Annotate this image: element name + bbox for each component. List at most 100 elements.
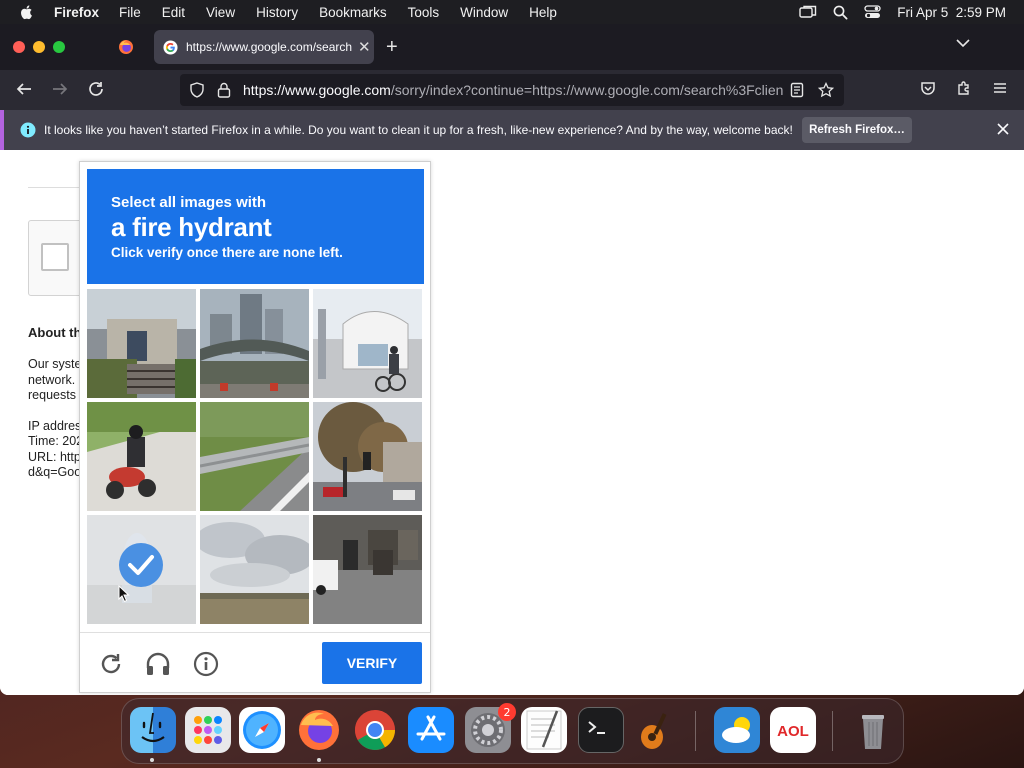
dock-firefox[interactable] <box>296 707 342 753</box>
menu-view[interactable]: View <box>206 5 235 20</box>
guitar-icon <box>641 713 667 749</box>
menu-tools[interactable]: Tools <box>408 5 440 20</box>
menu-bar: Firefox File Edit View History Bookmarks… <box>0 0 1024 24</box>
menu-edit[interactable]: Edit <box>162 5 185 20</box>
dock-weather[interactable] <box>714 707 760 753</box>
reload-challenge-icon[interactable] <box>98 651 124 677</box>
checkmark-icon <box>119 543 163 587</box>
chevron-down-icon[interactable] <box>956 38 970 48</box>
prompt-line-1: Select all images with <box>111 194 267 211</box>
apple-menu-icon[interactable] <box>18 3 36 21</box>
window-controls <box>13 41 65 53</box>
reader-view-icon[interactable] <box>790 82 804 98</box>
finder-icon <box>141 712 165 743</box>
hamburger-menu-icon[interactable] <box>992 80 1008 96</box>
close-window-button[interactable] <box>13 41 25 53</box>
image-tile-7-selected[interactable] <box>87 515 196 624</box>
app-store-icon <box>416 715 446 741</box>
lock-icon[interactable] <box>217 82 231 98</box>
menu-help[interactable]: Help <box>529 5 557 20</box>
menu-window[interactable]: Window <box>460 5 508 20</box>
address-bar[interactable]: https://www.google.com/sorry/index?conti… <box>180 74 844 106</box>
dock-finder[interactable] <box>130 707 176 753</box>
image-grid <box>87 289 424 626</box>
tab-title: https://www.google.com/search? <box>186 40 352 54</box>
minimize-window-button[interactable] <box>33 41 45 53</box>
aol-logo-text: AOL <box>777 723 809 740</box>
help-info-icon[interactable] <box>193 651 219 677</box>
chrome-icon <box>355 710 395 750</box>
weather-cloud-icon <box>722 717 750 743</box>
terminal-prompt-icon <box>588 721 605 734</box>
image-tile-6[interactable] <box>313 402 422 511</box>
reload-icon[interactable] <box>87 80 105 98</box>
menu-history[interactable]: History <box>256 5 298 20</box>
navigation-toolbar: https://www.google.com/sorry/index?conti… <box>0 70 1024 110</box>
info-icon <box>20 122 36 138</box>
firefox-running-indicator <box>317 758 321 762</box>
firefox-icon <box>119 40 133 54</box>
dock-separator <box>695 711 696 751</box>
tab-google-search[interactable]: https://www.google.com/search? ✕ <box>154 30 374 64</box>
trash-icon <box>862 715 884 749</box>
url-domain: https://www.google.com <box>243 82 391 98</box>
dock-app-store[interactable] <box>408 707 454 753</box>
image-tile-9[interactable] <box>313 515 422 624</box>
verify-button[interactable]: VERIFY <box>322 642 422 684</box>
forward-arrow-icon[interactable] <box>51 80 69 98</box>
safari-compass-icon <box>243 711 281 749</box>
firefox-icon <box>299 710 339 750</box>
notification-message: It looks like you haven’t started Firefo… <box>44 123 793 137</box>
notification-bar: It looks like you haven’t started Firefo… <box>0 110 1024 150</box>
pocket-icon[interactable] <box>920 80 936 96</box>
challenge-header: Select all images with a fire hydrant Cl… <box>87 169 424 284</box>
menu-file[interactable]: File <box>119 5 141 20</box>
refresh-firefox-button[interactable]: Refresh Firefox… <box>802 117 912 143</box>
image-tile-1[interactable] <box>87 289 196 398</box>
spotlight-search-icon[interactable] <box>833 5 848 20</box>
image-tile-5[interactable] <box>200 402 309 511</box>
mouse-cursor-icon <box>118 585 130 603</box>
menubar-clock[interactable]: Fri Apr 5 2:59 PM <box>897 5 1006 20</box>
image-tile-3[interactable] <box>313 289 422 398</box>
screen-mirroring-icon[interactable] <box>799 5 817 19</box>
fullscreen-window-button[interactable] <box>53 41 65 53</box>
tracking-protection-shield-icon[interactable] <box>189 82 205 98</box>
dock-safari[interactable] <box>239 707 285 753</box>
image-tile-4[interactable] <box>87 402 196 511</box>
close-icon[interactable] <box>997 123 1009 135</box>
settings-notification-badge: 2 <box>498 703 516 721</box>
close-tab-icon[interactable]: ✕ <box>358 38 371 56</box>
audio-challenge-headphones-icon[interactable] <box>145 651 171 677</box>
image-tile-2[interactable] <box>200 289 309 398</box>
recaptcha-challenge: Select all images with a fire hydrant Cl… <box>79 161 431 693</box>
back-arrow-icon[interactable] <box>15 80 33 98</box>
dock: 2 AOL <box>121 698 904 764</box>
dock-chrome[interactable] <box>352 707 398 753</box>
prompt-target: a fire hydrant <box>111 212 272 242</box>
recaptcha-checkbox[interactable] <box>41 243 69 271</box>
menu-bookmarks[interactable]: Bookmarks <box>319 5 387 20</box>
dock-textedit[interactable] <box>521 707 567 753</box>
dock-aol[interactable]: AOL <box>770 707 816 753</box>
pinned-firefox-tab[interactable] <box>110 32 142 62</box>
dock-terminal[interactable] <box>578 707 624 753</box>
image-tile-8[interactable] <box>200 515 309 624</box>
new-tab-button[interactable]: + <box>386 36 398 58</box>
extensions-puzzle-icon[interactable] <box>956 80 972 96</box>
aol-logo-icon: AOL <box>777 723 809 740</box>
launchpad-grid-icon <box>194 716 222 744</box>
dock-garageband[interactable] <box>634 707 680 753</box>
menu-app-name[interactable]: Firefox <box>54 5 99 20</box>
dock-launchpad[interactable] <box>185 707 231 753</box>
challenge-footer: VERIFY <box>80 632 430 693</box>
control-center-icon[interactable] <box>864 5 881 19</box>
tab-bar: https://www.google.com/search? ✕ + <box>0 24 1024 70</box>
finder-running-indicator <box>150 758 154 762</box>
prompt-instructions: Click verify once there are none left. <box>111 245 343 260</box>
url-text[interactable]: https://www.google.com/sorry/index?conti… <box>243 82 783 98</box>
google-favicon-icon <box>163 39 178 55</box>
bookmark-star-icon[interactable] <box>818 82 834 98</box>
dock-trash[interactable] <box>850 707 896 753</box>
textedit-document-icon <box>526 710 562 750</box>
